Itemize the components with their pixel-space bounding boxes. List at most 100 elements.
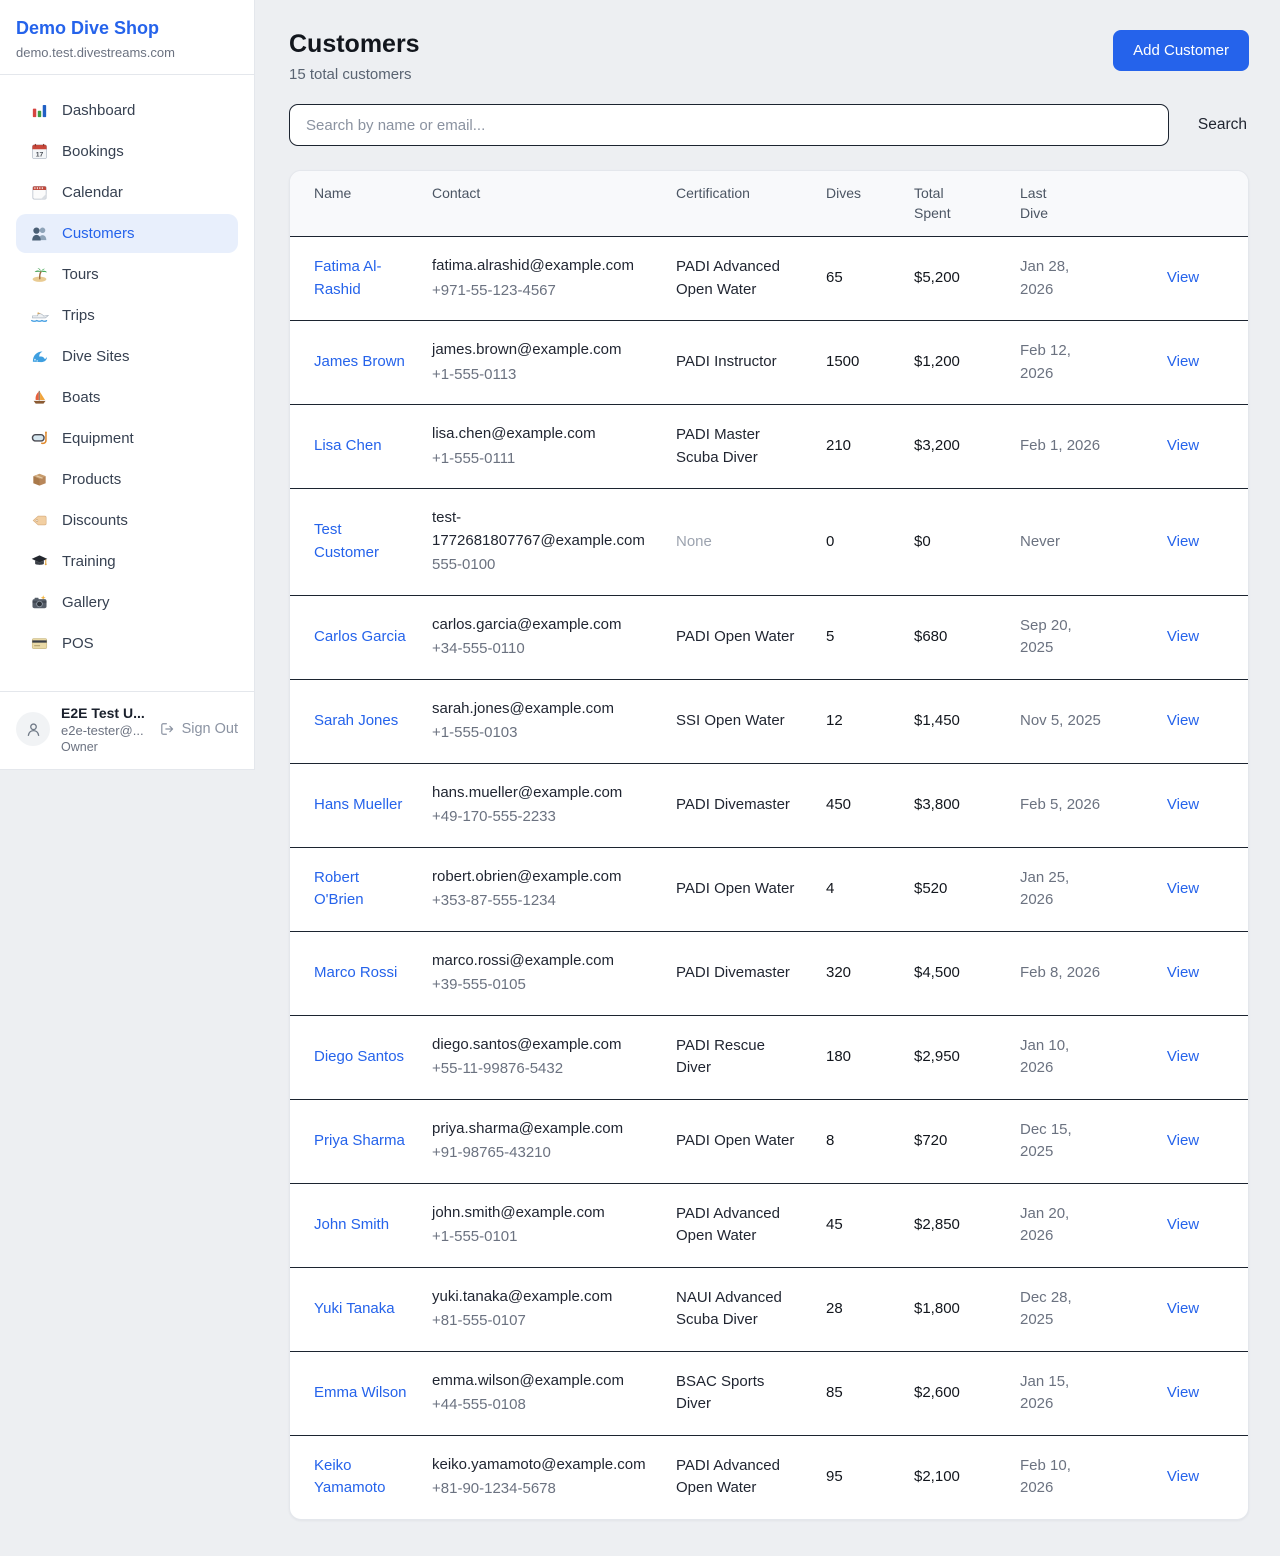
sidebar-item-products[interactable]: Products (16, 460, 238, 499)
sidebar-item-customers[interactable]: Customers (16, 214, 238, 253)
page-header: Customers 15 total customers Add Custome… (289, 30, 1249, 83)
customer-phone: +81-90-1234-5678 (432, 1478, 652, 1501)
customer-email: yuki.tanaka@example.com (432, 1286, 652, 1309)
sidebar-item-pos[interactable]: POS (16, 624, 238, 663)
customer-phone: +1-555-0111 (432, 448, 652, 471)
customer-name-link[interactable]: Robert O'Brien (314, 869, 364, 909)
customer-dives: 180 (814, 1015, 902, 1099)
customer-phone: +1-555-0103 (432, 722, 652, 745)
customer-name-link[interactable]: Test Customer (314, 521, 379, 561)
sidebar-item-bookings[interactable]: Bookings (16, 132, 238, 171)
view-link[interactable]: View (1167, 269, 1199, 286)
view-link[interactable]: View (1167, 1132, 1199, 1149)
table-row: John Smith john.smith@example.com +1-555… (290, 1183, 1249, 1267)
customer-total-spent: $720 (902, 1099, 1008, 1183)
customer-name-link[interactable]: Fatima Al-Rashid (314, 258, 382, 298)
sidebar-item-boats[interactable]: Boats (16, 378, 238, 417)
view-link[interactable]: View (1167, 1048, 1199, 1065)
customer-last-dive: Jan 25, 2026 (1008, 847, 1116, 931)
customer-total-spent: $3,800 (902, 763, 1008, 847)
customer-last-dive: Feb 1, 2026 (1008, 405, 1116, 489)
customer-email: keiko.yamamoto@example.com (432, 1454, 652, 1477)
search-input[interactable] (289, 104, 1169, 146)
customer-name-link[interactable]: Priya Sharma (314, 1132, 405, 1149)
view-link[interactable]: View (1167, 437, 1199, 454)
sidebar-item-equipment[interactable]: Equipment (16, 419, 238, 458)
customer-last-dive: Feb 10, 2026 (1008, 1435, 1116, 1519)
sidebar-item-training[interactable]: Training (16, 542, 238, 581)
table-row: Priya Sharma priya.sharma@example.com +9… (290, 1099, 1249, 1183)
customer-phone: +1-555-0101 (432, 1226, 652, 1249)
discounts-icon (30, 511, 49, 530)
customer-name-link[interactable]: Lisa Chen (314, 437, 382, 454)
customer-dives: 95 (814, 1435, 902, 1519)
table-header-row: NameContactCertificationDivesTotal Spent… (290, 171, 1249, 237)
customer-name-link[interactable]: Yuki Tanaka (314, 1300, 395, 1317)
view-link[interactable]: View (1167, 1468, 1199, 1485)
customer-phone: +1-555-0113 (432, 364, 652, 387)
customer-last-dive: Jan 10, 2026 (1008, 1015, 1116, 1099)
customer-name-link[interactable]: Keiko Yamamoto (314, 1457, 385, 1497)
view-link[interactable]: View (1167, 964, 1199, 981)
tours-icon (30, 265, 49, 284)
view-link[interactable]: View (1167, 1216, 1199, 1233)
equipment-icon (30, 429, 49, 448)
customer-certification: PADI Open Water (676, 1130, 802, 1153)
user-name: E2E Test U... (61, 705, 148, 721)
customer-last-dive: Feb 8, 2026 (1008, 931, 1116, 1015)
customer-dives: 0 (814, 489, 902, 596)
view-link[interactable]: View (1167, 1300, 1199, 1317)
sign-out-icon (159, 721, 175, 737)
customer-dives: 65 (814, 237, 902, 321)
view-link[interactable]: View (1167, 796, 1199, 813)
sidebar-item-calendar[interactable]: Calendar (16, 173, 238, 212)
customer-phone: +39-555-0105 (432, 974, 652, 997)
view-link[interactable]: View (1167, 712, 1199, 729)
customer-certification: PADI Rescue Diver (676, 1035, 802, 1080)
view-link[interactable]: View (1167, 353, 1199, 370)
user-info: E2E Test U... e2e-tester@... Owner (61, 705, 148, 754)
customer-last-dive: Jan 20, 2026 (1008, 1183, 1116, 1267)
pos-icon (30, 634, 49, 653)
customer-dives: 45 (814, 1183, 902, 1267)
table-row: Carlos Garcia carlos.garcia@example.com … (290, 595, 1249, 679)
customer-last-dive: Jan 15, 2026 (1008, 1351, 1116, 1435)
sidebar-item-discounts[interactable]: Discounts (16, 501, 238, 540)
sidebar-item-gallery[interactable]: Gallery (16, 583, 238, 622)
sidebar-item-dashboard[interactable]: Dashboard (16, 91, 238, 130)
customer-name-link[interactable]: Emma Wilson (314, 1384, 407, 1401)
customer-name-link[interactable]: Carlos Garcia (314, 628, 406, 645)
column-header-last-dive: Last Dive (1008, 171, 1116, 237)
customer-certification: None (676, 531, 802, 554)
sidebar-item-trips[interactable]: Trips (16, 296, 238, 335)
view-link[interactable]: View (1167, 628, 1199, 645)
customer-email: sarah.jones@example.com (432, 698, 652, 721)
view-link[interactable]: View (1167, 533, 1199, 550)
view-link[interactable]: View (1167, 880, 1199, 897)
customer-certification: PADI Instructor (676, 351, 802, 374)
add-customer-button[interactable]: Add Customer (1113, 30, 1249, 71)
customer-last-dive: Jan 28, 2026 (1008, 237, 1116, 321)
customer-email: marco.rossi@example.com (432, 950, 652, 973)
view-link[interactable]: View (1167, 1384, 1199, 1401)
sign-out-label: Sign Out (182, 721, 238, 737)
customer-name-link[interactable]: John Smith (314, 1216, 389, 1233)
customer-name-link[interactable]: Hans Mueller (314, 796, 402, 813)
customer-name-link[interactable]: Sarah Jones (314, 712, 398, 729)
customer-name-link[interactable]: Marco Rossi (314, 964, 397, 981)
dashboard-icon (30, 101, 49, 120)
sidebar-item-tours[interactable]: Tours (16, 255, 238, 294)
training-icon (30, 552, 49, 571)
customer-certification: PADI Advanced Open Water (676, 1203, 802, 1248)
column-header-total-spent: Total Spent (902, 171, 1008, 237)
sign-out-button[interactable]: Sign Out (159, 721, 238, 737)
customer-email: lisa.chen@example.com (432, 423, 652, 446)
customer-email: james.brown@example.com (432, 339, 652, 362)
customer-name-link[interactable]: James Brown (314, 353, 405, 370)
customer-name-link[interactable]: Diego Santos (314, 1048, 404, 1065)
table-row: Keiko Yamamoto keiko.yamamoto@example.co… (290, 1435, 1249, 1519)
customer-certification: BSAC Sports Diver (676, 1371, 802, 1416)
customer-total-spent: $680 (902, 595, 1008, 679)
sidebar-item-dive-sites[interactable]: Dive Sites (16, 337, 238, 376)
search-button[interactable]: Search (1196, 110, 1249, 140)
